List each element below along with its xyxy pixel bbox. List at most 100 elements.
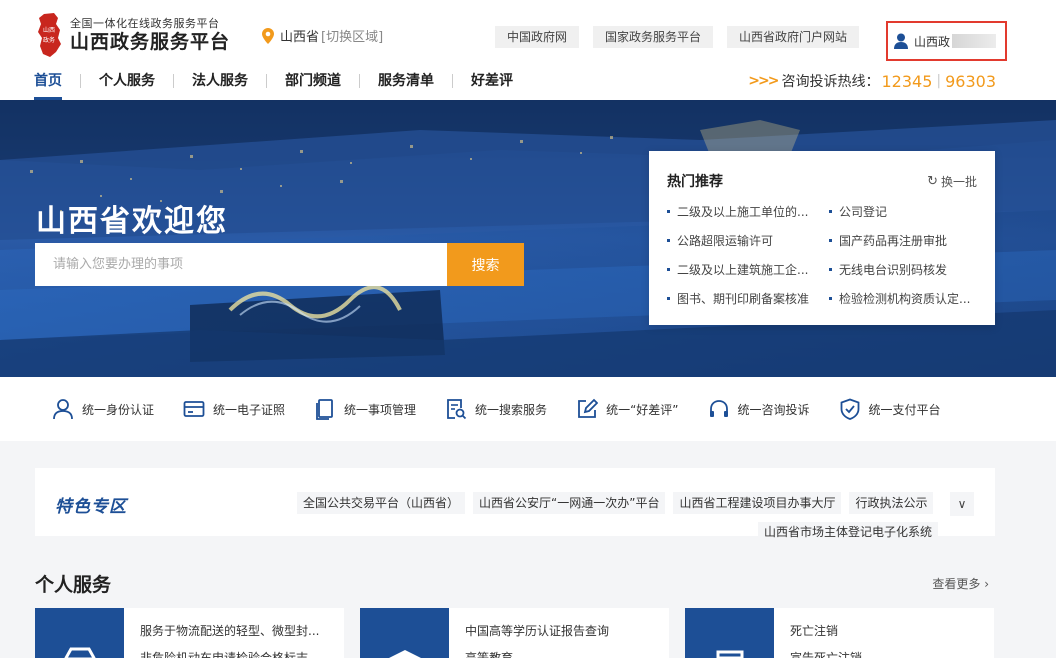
user-name: 山西政 [914,34,951,49]
bullet-icon [667,268,670,271]
welcome-heading: 山西省欢迎您 [36,204,228,239]
hot-item[interactable]: 图书、期刊印刷备案核准 [667,290,829,307]
section-title: 个人服务 [35,574,112,596]
bullet-icon [667,297,670,300]
hero-banner: 山西省欢迎您 搜索 热门推荐 ↻ 换一批 二级及以上施工单位的... 公司登记 … [0,100,1056,377]
logo-title: 山西政务服务平台 [70,30,231,53]
feature-e-license[interactable]: 统一电子证照 [183,398,285,420]
personal-service-cards: 服务于物流配送的轻型、微型封... 非危险机动车申请检验合格标志 中国高等学历认… [35,608,994,658]
region-selector[interactable]: 山西省 [切换区域] [262,26,383,45]
unified-services-bar: 统一身份认证 统一电子证照 统一事项管理 统一搜索服务 统一“好差评” 统一咨询… [0,377,1056,441]
card-subtitle: 宣告死亡注销 [790,651,863,658]
nav-department-channel[interactable]: 部门频道 [285,68,341,100]
refresh-icon: ↻ [927,173,938,189]
bullet-icon [667,210,670,213]
site-logo[interactable]: 山西 政务 全国一体化在线政务服务平台 山西政务服务平台 [34,12,230,58]
service-card[interactable]: 死亡注销 宣告死亡注销 [685,608,994,658]
chevron-down-icon[interactable]: ∨ [950,492,974,516]
special-link-construction[interactable]: 山西省工程建设项目办事大厅 [673,492,842,514]
bullet-icon [829,239,832,242]
hot-item[interactable]: 国产药品再注册审批 [829,232,979,249]
bullet-icon [667,239,670,242]
bullet-icon [829,297,832,300]
hotline: >>> 咨询投诉热线： 12345 | 96303 [748,71,996,91]
bullet-icon [829,268,832,271]
page: 山西 政务 全国一体化在线政务服务平台 山西政务服务平台 山西省 [切换区域] … [0,0,1056,658]
main-nav: 首页 个人服务 法人服务 部门频道 服务清单 好差评 [34,68,513,100]
edit-icon [578,398,599,418]
card-icon [183,401,205,417]
special-zone: 特色专区 全国公共交易平台（山西省） 山西省公安厅“一网通一次办”平台 山西省工… [35,468,995,541]
hot-item[interactable]: 无线电台识别码核发 [829,261,979,278]
card-subtitle: 非危险机动车申请检验合格标志 [140,651,309,658]
feature-consult-complaint[interactable]: 统一咨询投诉 [708,398,810,420]
nav-personal-services[interactable]: 个人服务 [99,68,155,100]
hot-item[interactable]: 公路超限运输许可 [667,232,829,249]
nav-home[interactable]: 首页 [34,68,62,100]
nav-legal-person-services[interactable]: 法人服务 [192,68,248,100]
arrows-icon: >>> [748,73,779,89]
card-title: 死亡注销 [790,624,839,638]
nav-divider [80,74,81,88]
certificate-icon [685,608,774,658]
nav-divider [359,74,360,88]
feature-evaluation[interactable]: 统一“好差评” [576,398,679,420]
location-pin-icon [262,27,274,44]
hot-item[interactable]: 二级及以上施工单位的... [667,203,829,220]
graduation-cap-icon [360,608,449,658]
nav-evaluation[interactable]: 好差评 [471,68,513,100]
feature-search-service[interactable]: 统一搜索服务 [445,398,547,420]
card-title: 服务于物流配送的轻型、微型封... [140,624,320,638]
search-input[interactable] [35,243,447,286]
headset-icon [709,400,728,417]
shanxi-emblem-icon: 山西 政务 [34,12,64,58]
service-card[interactable]: 中国高等学历认证报告查询 高等教育 [360,608,669,658]
hot-item[interactable]: 公司登记 [829,203,979,220]
hot-item[interactable]: 检验检测机构资质认定... [829,290,979,307]
feature-item-management[interactable]: 统一事项管理 [314,398,416,420]
service-card[interactable]: 服务于物流配送的轻型、微型封... 非危险机动车申请检验合格标志 [35,608,344,658]
user-icon [53,399,73,420]
special-zone-title: 特色专区 [55,497,127,517]
refresh-label: 换一批 [940,174,977,189]
special-link-public-trading[interactable]: 全国公共交易平台（山西省） [297,492,466,514]
hotline-number-1: 12345 [881,71,933,91]
search-bar: 搜索 [35,243,524,286]
top-link-shanxi-portal[interactable]: 山西省政府门户网站 [727,26,860,48]
user-icon [894,33,908,49]
top-link-gov-cn[interactable]: 中国政府网 [495,26,580,48]
hot-recommendations-panel: 热门推荐 ↻ 换一批 二级及以上施工单位的... 公司登记 公路超限运输许可 国… [649,151,995,325]
feature-identity-auth[interactable]: 统一身份认证 [52,398,154,420]
top-link-national-platform[interactable]: 国家政务服务平台 [593,26,714,48]
card-subtitle: 高等教育 [465,651,514,658]
header: 山西 政务 全国一体化在线政务服务平台 山西政务服务平台 山西省 [切换区域] … [0,0,1056,100]
hot-item[interactable]: 二级及以上建筑施工企... [667,261,829,278]
special-link-market-registration[interactable]: 山西省市场主体登记电子化系统 [758,522,939,541]
personal-services-header: 个人服务 查看更多 › [35,570,995,597]
bullet-icon [829,210,832,213]
refresh-button[interactable]: ↻ 换一批 [927,173,977,190]
special-link-law-enforcement[interactable]: 行政执法公示 [849,492,934,514]
user-account[interactable]: 山西政 [886,21,1007,61]
nav-service-list[interactable]: 服务清单 [378,68,434,100]
nav-divider [266,74,267,88]
feature-payment-platform[interactable]: 统一支付平台 [839,398,941,420]
nav-divider [173,74,174,88]
redacted-name-blur [952,34,997,48]
search-button[interactable]: 搜索 [447,243,524,286]
search-doc-icon [447,399,467,420]
special-zone-links: 全国公共交易平台（山西省） 山西省公安厅“一网通一次办”平台 山西省工程建设项目… [297,492,934,514]
top-links: 中国政府网 国家政务服务平台 山西省政府门户网站 [495,26,860,48]
card-title: 中国高等学历认证报告查询 [465,624,610,638]
hotline-number-2: 96303 [945,71,996,91]
nav-divider [452,74,453,88]
region-switch-link[interactable]: [切换区域] [321,26,383,45]
svg-text:山西: 山西 [43,26,55,34]
hotline-divider: | [936,73,942,89]
view-more-link[interactable]: 查看更多 › [932,575,989,592]
special-link-public-security[interactable]: 山西省公安厅“一网通一次办”平台 [473,492,666,514]
svg-text:政务: 政务 [43,36,55,44]
region-name: 山西省 [280,30,320,45]
hot-title: 热门推荐 [667,174,723,190]
document-icon [316,399,333,420]
